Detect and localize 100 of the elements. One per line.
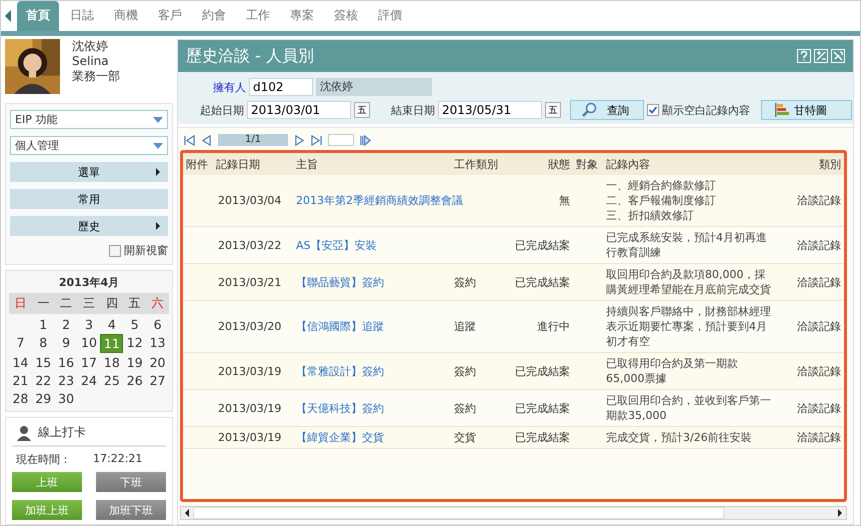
horizontal-scrollbar[interactable] [180,506,847,520]
table-cell: 2013/03/04 [218,194,282,207]
nav-tab[interactable]: 專案 [281,1,323,31]
calendar-day[interactable]: 19 [123,354,146,371]
user-department: 業務一部 [72,69,120,84]
calendar-day[interactable]: 13 [146,334,169,353]
calendar-day[interactable]: 14 [9,354,32,371]
punch-clock-title: 線上打卡 [38,424,86,441]
scroll-right-icon[interactable] [837,509,843,517]
calendar-day[interactable]: 15 [32,354,55,371]
calendar-day[interactable]: 1 [32,316,55,333]
table-cell: 進行中 [537,320,570,333]
edit-icon[interactable] [814,49,828,63]
previous-page-icon[interactable] [201,134,212,146]
subject-link[interactable]: 2013年第2季經銷商績效調整會議 [296,194,463,207]
calendar-day[interactable]: 7 [9,334,32,353]
end-date-field[interactable]: 2013/05/31 [438,101,542,119]
calendar-day[interactable]: 2 [54,316,78,333]
table-cell: 已完成結案 [515,402,570,414]
calendar-day[interactable]: 3 [78,316,100,333]
weekday-label: 五 [128,295,142,312]
table-cell: 簽約 [454,276,476,288]
dropdown[interactable]: EIP 功能 [10,110,168,129]
table-cell: 已完成結案 [515,431,570,444]
gantt-button[interactable]: 甘特圖 [761,100,852,120]
search-button[interactable]: 查詢 [570,100,644,120]
right-arrow-icon [156,168,160,176]
menu-button[interactable]: 歷史 [10,216,168,236]
checkbox[interactable] [109,244,121,256]
table-cell: 簽約 [454,402,476,414]
go-page-icon[interactable] [360,134,371,146]
calendar-day[interactable]: 10 [78,334,100,353]
first-page-icon[interactable] [184,134,195,146]
menu-button[interactable]: 選單 [10,162,168,182]
dropdown[interactable]: 個人管理 [10,136,168,155]
calendar-day[interactable]: 20 [146,354,169,371]
calendar-day[interactable]: 17 [78,354,100,371]
calendar-day[interactable]: 30 [54,390,78,407]
table-cell: 簽約 [454,364,476,378]
table-cell: 持續與客戶聯絡中，財務部林經理表示近期要忙專案，預計要到4月初才有空 [606,304,772,349]
next-page-icon[interactable] [294,134,305,146]
menu-button[interactable]: 常用 [10,189,168,209]
subject-link[interactable]: 【信鴻國際】追蹤 [296,320,384,333]
owner-label[interactable]: 擁有人 [213,80,246,94]
search-icon [581,102,597,118]
tools-icon[interactable] [831,49,845,63]
start-date-field[interactable]: 2013/03/01 [247,101,351,119]
calendar-day[interactable]: 21 [9,372,32,389]
nav-tab[interactable]: 商機 [105,1,147,31]
calendar-day[interactable]: 25 [100,372,124,389]
calendar-day[interactable]: 12 [123,334,146,353]
table-cell: 洽談記錄 [797,276,841,288]
calendar-day[interactable]: 24 [78,372,100,389]
calendar-day[interactable]: 29 [32,390,55,407]
table-cell: 無 [559,194,570,207]
page-title: 歷史洽談 - 人員別 [186,46,314,66]
calendar-day[interactable]: 28 [9,390,32,407]
calendar-day[interactable]: 8 [32,334,55,353]
subject-link[interactable]: 【聯品藝貿】簽約 [296,276,384,288]
calendar-button[interactable]: 五 [354,102,370,118]
subject-link[interactable]: 【常雅設計】簽約 [296,364,384,378]
nav-tab[interactable]: 約會 [193,1,235,31]
owner-name: 沈依婷 [316,78,432,96]
last-page-icon[interactable] [311,134,322,146]
table-cell-text: 一、經銷合約條款修訂 [606,178,717,193]
left-arrow-icon[interactable] [5,10,11,22]
calendar-day[interactable]: 22 [32,372,55,389]
nav-tab[interactable]: 客戶 [149,1,191,31]
calendar-day[interactable]: 9 [54,334,78,353]
table-cell: 追蹤 [454,320,476,333]
column-header: 狀態 [505,153,573,175]
subject-link[interactable]: AS【安亞】安裝 [296,238,377,252]
table-cell: 2013/03/19 [218,431,282,444]
nav-tab[interactable]: 工作 [237,1,279,31]
calendar-day[interactable]: 16 [54,354,78,371]
nav-tab[interactable]: 簽核 [325,1,367,31]
table-cell: 洽談記錄 [797,364,841,378]
subject-link[interactable]: 【天億科技】簽約 [296,402,384,414]
dropdown-arrow-icon [153,116,163,122]
calendar-day[interactable]: 18 [100,354,124,371]
calendar-day[interactable]: 6 [146,316,169,333]
table-cell: 2013/03/19 [218,364,282,378]
owner-id-field[interactable]: d102 [249,78,313,96]
calendar-day[interactable]: 27 [146,372,169,389]
column-header: 記錄日期 [213,153,293,175]
checkbox[interactable] [647,104,659,116]
calendar-day[interactable]: 5 [123,316,146,333]
column-header: 記錄內容 [603,153,775,175]
calendar-day[interactable]: 26 [123,372,146,389]
calendar-button[interactable]: 五 [545,102,561,118]
scroll-left-icon[interactable] [184,509,190,517]
calendar-day[interactable]: 4 [100,316,124,333]
calendar-day[interactable]: 23 [54,372,78,389]
nav-tab[interactable]: 評價 [369,1,411,31]
table-cell-text: 二、客戶報備制度修訂 [606,193,717,208]
table-cell: 已完成結案 [515,364,570,378]
page-field[interactable] [328,134,354,146]
user-english-name: Selina [72,54,110,69]
nav-tab[interactable]: 日誌 [61,1,103,31]
help-icon[interactable] [797,49,811,63]
